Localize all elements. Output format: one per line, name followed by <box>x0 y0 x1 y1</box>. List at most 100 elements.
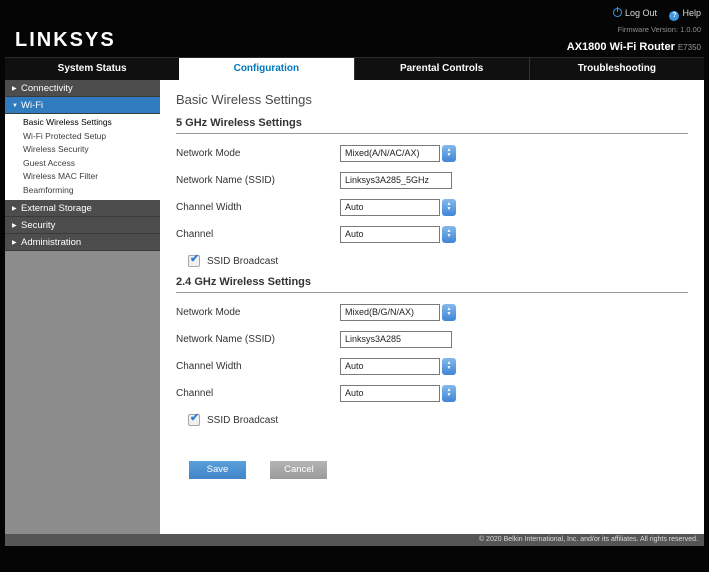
tab-system-status[interactable]: System Status <box>5 58 179 80</box>
tab-configuration[interactable]: Configuration <box>179 58 354 80</box>
channel-width-label: Channel Width <box>176 201 242 213</box>
channel-select-5ghz[interactable]: Auto ▲ ▼ <box>340 225 456 243</box>
firmware-version: Firmware Version: 1.0.00 <box>617 25 701 34</box>
ssid-input-5ghz[interactable] <box>340 171 452 189</box>
header-links: Log Out ? Help <box>567 7 701 21</box>
ssid-broadcast-label: SSID Broadcast <box>207 255 279 267</box>
network-mode-select-24ghz[interactable]: Mixed(B/G/N/AX) ▲ ▼ <box>340 303 456 321</box>
chevron-right-icon: ▶ <box>12 240 17 246</box>
channel-width-select-5ghz[interactable]: Auto ▲ ▼ <box>340 198 456 216</box>
stepper-down-icon: ▼ <box>446 311 452 317</box>
channel-width-value: Auto <box>340 198 440 216</box>
channel-width-value: Auto <box>340 357 440 375</box>
ssid-label: Network Name (SSID) <box>176 333 275 345</box>
save-button[interactable]: Save <box>189 461 246 479</box>
wifi-submenu: Basic Wireless Settings Wi-Fi Protected … <box>5 114 160 200</box>
stepper-icon[interactable]: ▲ ▼ <box>442 198 456 216</box>
sidebar-subitem-beamforming[interactable]: Beamforming <box>5 184 160 198</box>
top-tabbar: System Status Configuration Parental Con… <box>5 57 704 80</box>
section-5ghz: 5 GHz Wireless Settings Network Mode Mix… <box>176 117 688 270</box>
network-mode-row-5ghz: Network Mode Mixed(A/N/AC/AX) ▲ ▼ <box>176 144 688 162</box>
ssid-broadcast-checkbox-24ghz[interactable]: ✔ <box>188 412 200 426</box>
sidebar-item-external-storage[interactable]: ▶ External Storage <box>5 200 160 217</box>
channel-row-24ghz: Channel Auto ▲ ▼ <box>176 384 688 402</box>
header-right: Log Out ? Help Firmware Version: 1.0.00 A… <box>567 7 701 55</box>
stepper-icon[interactable]: ▲ ▼ <box>442 303 456 321</box>
channel-width-select-24ghz[interactable]: Auto ▲ ▼ <box>340 357 456 375</box>
chevron-right-icon: ▶ <box>12 223 17 229</box>
tab-parental-controls[interactable]: Parental Controls <box>353 58 529 80</box>
channel-value: Auto <box>340 384 440 402</box>
page-title: Basic Wireless Settings <box>176 92 312 107</box>
ssid-broadcast-label: SSID Broadcast <box>207 414 279 426</box>
network-mode-value: Mixed(B/G/N/AX) <box>340 303 440 321</box>
stepper-down-icon: ▼ <box>446 206 452 212</box>
sidebar-item-wifi[interactable]: ▼ Wi-Fi <box>5 97 160 114</box>
sidebar-subitem-guest-access[interactable]: Guest Access <box>5 157 160 171</box>
logout-link[interactable]: Log Out <box>612 7 657 18</box>
app-frame: LINKSYS Log Out ? Help Firmware Version: … <box>5 5 704 546</box>
channel-value: Auto <box>340 225 440 243</box>
stepper-icon[interactable]: ▲ ▼ <box>442 225 456 243</box>
section-title-5ghz: 5 GHz Wireless Settings <box>176 117 688 134</box>
logout-label: Log Out <box>624 8 657 18</box>
linksys-logo: LINKSYS <box>15 29 116 51</box>
ssid-input-24ghz[interactable] <box>340 330 452 348</box>
channel-select-24ghz[interactable]: Auto ▲ ▼ <box>340 384 456 402</box>
network-mode-label: Network Mode <box>176 147 241 159</box>
network-mode-row-24ghz: Network Mode Mixed(B/G/N/AX) ▲ ▼ <box>176 303 688 321</box>
tab-troubleshooting[interactable]: Troubleshooting <box>528 58 704 80</box>
main-area: ▶ Connectivity ▼ Wi-Fi Basic Wireless Sett… <box>5 80 704 534</box>
sidebar-item-security[interactable]: ▶ Security <box>5 217 160 234</box>
router-model: AX1800 Wi-Fi Router <box>566 41 675 53</box>
sidebar-subitem-wifi-protected-setup[interactable]: Wi-Fi Protected Setup <box>5 130 160 144</box>
channel-width-row-5ghz: Channel Width Auto ▲ ▼ <box>176 198 688 216</box>
sidebar-subitem-basic-wireless-settings[interactable]: Basic Wireless Settings <box>5 116 160 130</box>
stepper-down-icon: ▼ <box>446 392 452 398</box>
stepper-down-icon: ▼ <box>446 233 452 239</box>
sidebar-item-label: Security <box>21 220 56 231</box>
help-label: Help <box>682 8 701 18</box>
channel-row-5ghz: Channel Auto ▲ ▼ <box>176 225 688 243</box>
content-pane: Basic Wireless Settings 5 GHz Wireless S… <box>160 80 704 534</box>
header: LINKSYS Log Out ? Help Firmware Version: … <box>5 5 704 57</box>
sidebar-subitem-wireless-mac-filter[interactable]: Wireless MAC Filter <box>5 170 160 184</box>
help-icon: ? <box>669 11 680 21</box>
ssid-row-5ghz: Network Name (SSID) <box>176 171 688 189</box>
section-title-24ghz: 2.4 GHz Wireless Settings <box>176 276 688 293</box>
network-mode-value: Mixed(A/N/AC/AX) <box>340 144 440 162</box>
chevron-down-icon: ▼ <box>12 103 18 109</box>
stepper-down-icon: ▼ <box>446 152 452 158</box>
stepper-icon[interactable]: ▲ ▼ <box>442 357 456 375</box>
sidebar-subitem-wireless-security[interactable]: Wireless Security <box>5 143 160 157</box>
channel-label: Channel <box>176 387 214 399</box>
sidebar-item-connectivity[interactable]: ▶ Connectivity <box>5 80 160 97</box>
button-row: Save Cancel <box>176 459 688 479</box>
chevron-right-icon: ▶ <box>12 206 17 212</box>
network-mode-select-5ghz[interactable]: Mixed(A/N/AC/AX) ▲ ▼ <box>340 144 456 162</box>
channel-width-label: Channel Width <box>176 360 242 372</box>
ssid-broadcast-checkbox-5ghz[interactable]: ✔ <box>188 253 200 267</box>
stepper-icon[interactable]: ▲ ▼ <box>442 384 456 402</box>
sidebar: ▶ Connectivity ▼ Wi-Fi Basic Wireless Sett… <box>5 80 160 534</box>
ssid-row-24ghz: Network Name (SSID) <box>176 330 688 348</box>
ssid-broadcast-row-24ghz: ✔ SSID Broadcast <box>176 411 688 429</box>
sidebar-item-label: External Storage <box>21 203 92 214</box>
sidebar-item-label: Connectivity <box>21 83 73 94</box>
sidebar-item-label: Administration <box>21 237 82 248</box>
check-icon: ✔ <box>190 412 200 424</box>
stepper-icon[interactable]: ▲ ▼ <box>442 144 456 162</box>
channel-label: Channel <box>176 228 214 240</box>
sidebar-item-administration[interactable]: ▶ Administration <box>5 234 160 251</box>
section-24ghz: 2.4 GHz Wireless Settings Network Mode M… <box>176 276 688 429</box>
ssid-label: Network Name (SSID) <box>176 174 275 186</box>
network-mode-label: Network Mode <box>176 306 241 318</box>
chevron-right-icon: ▶ <box>12 86 17 92</box>
cancel-button[interactable]: Cancel <box>270 461 328 479</box>
help-link[interactable]: ? Help <box>669 8 701 21</box>
router-model-row: AX1800 Wi-Fi Router E7350 <box>567 37 701 55</box>
footer-copyright: © 2020 Belkin International, Inc. and/or… <box>5 534 704 546</box>
sidebar-item-label: Wi-Fi <box>21 100 44 111</box>
router-model-code: E7350 <box>677 43 701 52</box>
channel-width-row-24ghz: Channel Width Auto ▲ ▼ <box>176 357 688 375</box>
